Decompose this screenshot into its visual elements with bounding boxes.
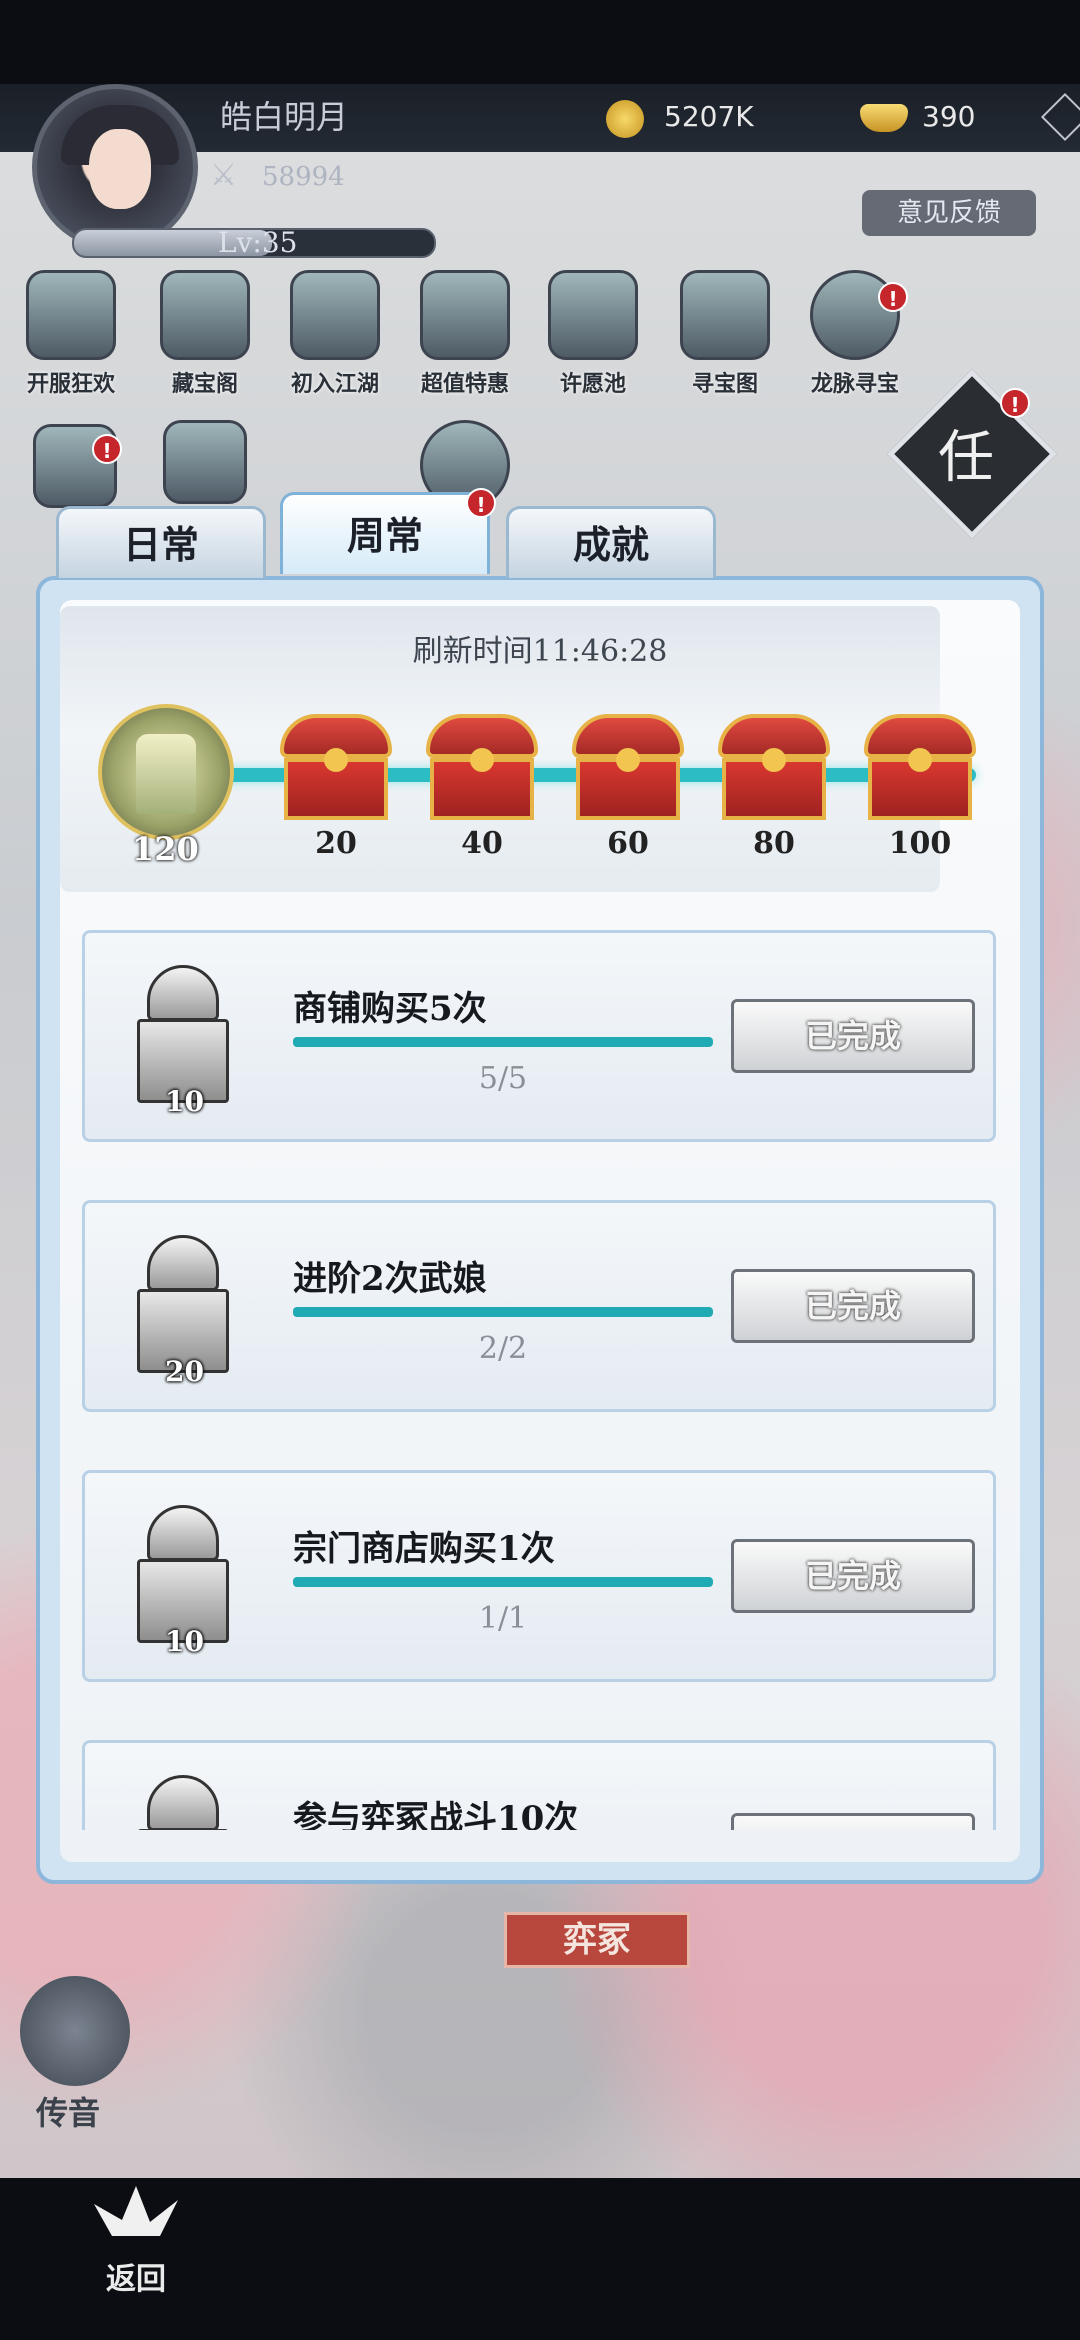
crane-message-icon[interactable] xyxy=(20,1976,130,2086)
feature-xuyuanchi[interactable]: 许愿池 xyxy=(538,270,648,398)
ingot-amount: 390 xyxy=(922,100,976,133)
gold-treasure-icon xyxy=(420,270,510,360)
feature-chaozhi-tehui[interactable]: 超值特惠 xyxy=(410,270,520,398)
notification-badge: ! xyxy=(92,434,122,464)
task-reward-points: 20 xyxy=(165,1355,204,1388)
feature-row2-item-2[interactable] xyxy=(150,420,260,504)
task-title: 商铺购买5次 xyxy=(293,989,487,1029)
task-reward-points: 10 xyxy=(165,1085,204,1118)
weekly-points: 120 xyxy=(132,830,199,868)
scroll-icon xyxy=(26,270,116,360)
taiji-chest-icon xyxy=(290,270,380,360)
task-item: 参与弈冢战斗10次 xyxy=(82,1740,996,1830)
task-list-clip: 参与弈冢战斗10次 xyxy=(82,1740,996,1830)
feature-label: 藏宝阁 xyxy=(171,371,238,397)
chest-threshold: 40 xyxy=(461,826,503,861)
combat-power-value: 58994 xyxy=(262,162,345,192)
task-title: 宗门商店购买1次 xyxy=(293,1529,555,1569)
reward-chest-1[interactable] xyxy=(276,714,396,824)
silver-seal-icon xyxy=(135,965,231,1105)
chest-threshold: 20 xyxy=(315,826,357,861)
reward-chest-3[interactable] xyxy=(568,714,688,824)
tab-daily[interactable]: 日常 xyxy=(56,506,266,578)
task-progress-count: 5/5 xyxy=(478,1061,528,1096)
player-level: Lv:35 xyxy=(218,226,298,259)
hammer-icon xyxy=(163,420,247,504)
back-button[interactable]: 返回 xyxy=(106,2254,166,2298)
task-reward-points: 10 xyxy=(165,1625,204,1658)
pavilion-icon xyxy=(160,270,250,360)
feature-label: 寻宝图 xyxy=(691,371,758,397)
task-progress-count: 1/1 xyxy=(478,1601,528,1636)
task-completed-button[interactable]: 已完成 xyxy=(731,1269,975,1343)
feature-label: 许愿池 xyxy=(559,371,626,397)
task-item: 10 商铺购买5次 5/5 已完成 xyxy=(82,930,996,1142)
coin-amount: 5207K xyxy=(664,100,754,133)
reward-chest-4[interactable] xyxy=(714,714,834,824)
notification-badge: ! xyxy=(878,282,908,312)
sound-label[interactable]: 传音 xyxy=(36,2088,100,2134)
coin-icon xyxy=(606,100,644,138)
tab-achievement[interactable]: 成就 xyxy=(506,506,716,578)
tab-weekly[interactable]: 周常 xyxy=(280,492,490,574)
chest-threshold: 80 xyxy=(753,826,795,861)
silver-seal-icon xyxy=(135,1775,231,1830)
tab-weekly-badge: ! xyxy=(466,488,496,518)
feature-xunbaotu[interactable]: 寻宝图 xyxy=(670,270,780,398)
task-completed-button[interactable]: 已完成 xyxy=(731,999,975,1073)
avatar-face xyxy=(89,129,151,209)
task-progress-count: 2/2 xyxy=(478,1331,528,1366)
silver-seal-icon xyxy=(135,1235,231,1375)
reward-chest-5[interactable] xyxy=(860,714,980,824)
jade-seal-points-icon xyxy=(98,704,234,840)
task-progress-bar xyxy=(293,1037,713,1047)
feature-label: 开服狂欢 xyxy=(26,371,115,397)
task-progress-bar xyxy=(293,1577,713,1587)
feedback-button[interactable]: 意见反馈 xyxy=(862,190,1036,236)
task-progress-bar xyxy=(293,1307,713,1317)
chest-threshold: 60 xyxy=(607,826,649,861)
task-action-button[interactable] xyxy=(731,1813,975,1830)
paper-crane-back-icon[interactable] xyxy=(90,2180,182,2246)
feature-label: 超值特惠 xyxy=(420,371,509,397)
task-title: 参与弈冢战斗10次 xyxy=(293,1799,579,1830)
task-completed-button[interactable]: 已完成 xyxy=(731,1539,975,1613)
task-title: 进阶2次武娘 xyxy=(293,1259,487,1299)
quest-button-label: 任 xyxy=(937,425,994,491)
task-item: 20 进阶2次武娘 2/2 已完成 xyxy=(82,1200,996,1412)
feature-label: 初入江湖 xyxy=(290,371,379,397)
refresh-timer: 刷新时间11:46:28 xyxy=(412,634,668,669)
silver-seal-icon xyxy=(135,1505,231,1645)
reward-chest-2[interactable] xyxy=(422,714,542,824)
player-avatar[interactable] xyxy=(32,84,198,250)
feature-churu-jianghu[interactable]: 初入江湖 xyxy=(280,270,390,398)
chest-threshold: 100 xyxy=(888,826,952,861)
treasure-map-icon xyxy=(680,270,770,360)
feature-label: 龙脉寻宝 xyxy=(810,371,899,397)
quest-badge: ! xyxy=(1000,388,1030,418)
location-banner[interactable]: 弈冢 xyxy=(504,1912,690,1968)
feature-cangbaoge[interactable]: 藏宝阁 xyxy=(150,270,260,398)
task-item: 10 宗门商店购买1次 1/1 已完成 xyxy=(82,1470,996,1682)
combat-power-icon: ⚔ xyxy=(210,158,237,193)
wishing-pool-icon xyxy=(548,270,638,360)
player-name: 皓白明月 xyxy=(220,98,349,136)
feature-kaifu-kuanghuan[interactable]: 开服狂欢 xyxy=(16,270,126,398)
